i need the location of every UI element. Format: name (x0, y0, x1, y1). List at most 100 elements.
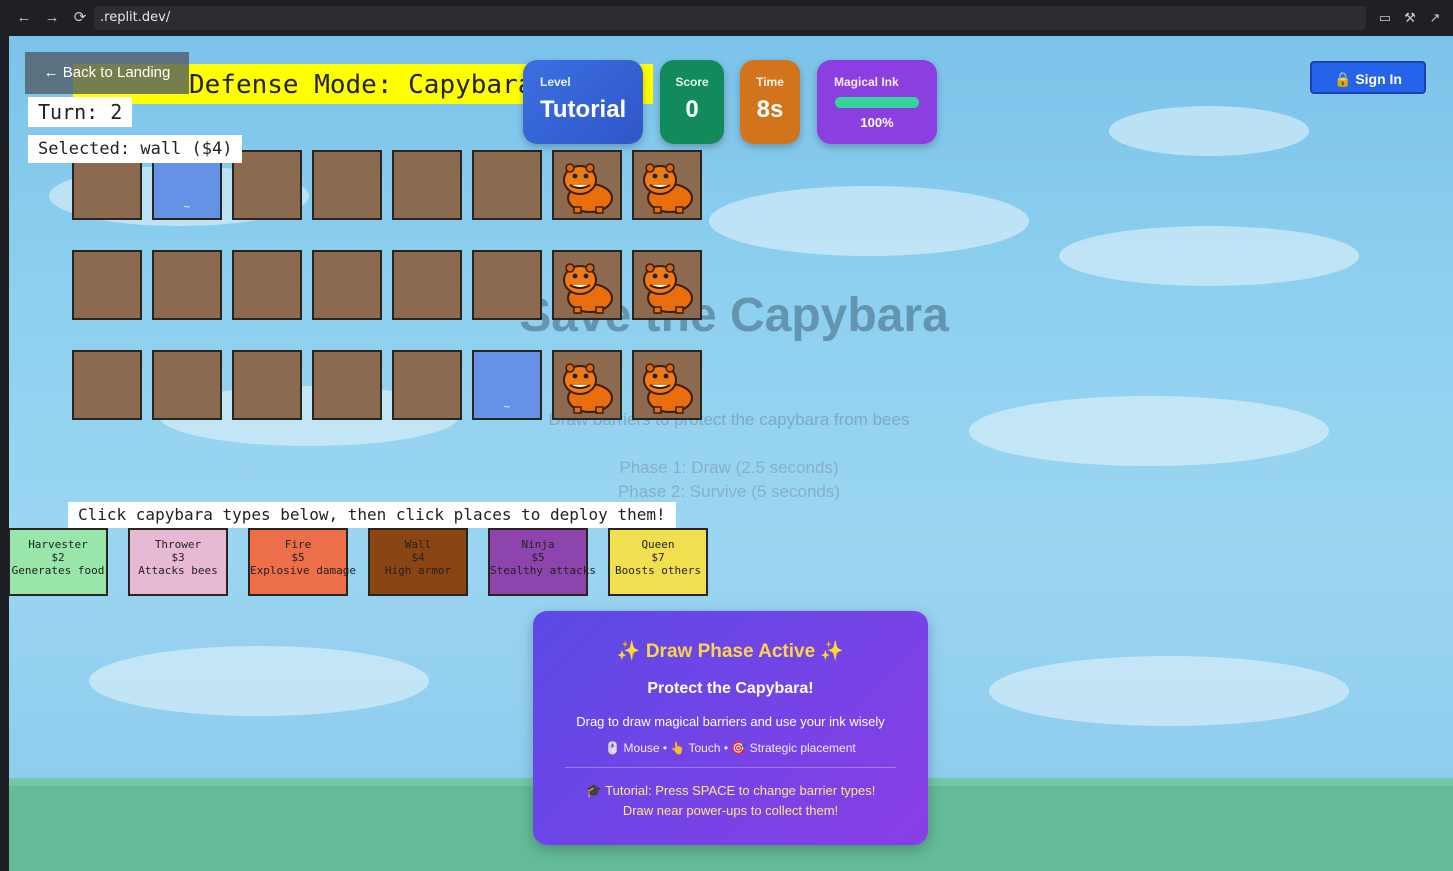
grid-cell[interactable] (152, 350, 222, 420)
unit-card-name: Harvester (28, 538, 88, 551)
ink-card: Magical Ink 100% (817, 60, 937, 144)
unit-card-fire[interactable]: Fire $5 Explosive damage (248, 528, 356, 596)
forward-arrow-icon[interactable]: → (42, 8, 62, 28)
grid-cell[interactable] (72, 250, 142, 320)
grid-cell[interactable] (472, 150, 542, 220)
panel-tutorial-tip: 🎓 Tutorial: Press SPACE to change barrie… (585, 783, 876, 798)
water-mark: ~ (183, 200, 191, 214)
level-value: Tutorial (540, 96, 627, 123)
unit-card-desc: Explosive damage (250, 564, 356, 577)
grid-cell[interactable]: ~ (472, 350, 542, 420)
unit-card-desc: High armor (384, 564, 452, 577)
level-label: Level (540, 75, 571, 89)
grid-cell[interactable] (312, 150, 382, 220)
grid-cell[interactable] (72, 350, 142, 420)
grid-cell[interactable] (232, 350, 302, 420)
unit-card-cost: $4 (411, 551, 425, 564)
grid-cell[interactable] (632, 150, 702, 220)
unit-card-desc: Generates food (11, 564, 105, 577)
capybara-icon (563, 263, 613, 314)
cloud (709, 186, 1029, 256)
cloud (989, 656, 1349, 726)
window-edge (0, 36, 9, 871)
unit-card-name: Fire (284, 538, 312, 551)
grid-cell[interactable] (552, 150, 622, 220)
deploy-hint: Click capybara types below, then click p… (68, 502, 676, 528)
unit-card-cost: $2 (51, 551, 65, 564)
ink-bar-fill (835, 97, 919, 108)
sign-in-button[interactable]: 🔒 Sign In (1310, 61, 1426, 94)
background-phase1: Phase 1: Draw (2.5 seconds) (619, 458, 839, 477)
time-label: Time (756, 75, 784, 89)
unit-card-desc: Stealthy attacks (490, 564, 596, 577)
unit-card-cost: $7 (651, 551, 665, 564)
address-bar[interactable]: .replit.dev/ (94, 6, 1366, 30)
level-card: Level Tutorial (523, 60, 643, 144)
grid-cell[interactable] (392, 350, 462, 420)
grid-cell[interactable] (632, 350, 702, 420)
score-label: Score (675, 75, 709, 89)
score-card: Score 0 (660, 60, 724, 144)
grid-cell[interactable] (312, 250, 382, 320)
external-link-icon[interactable]: ↗ (1425, 8, 1445, 28)
grid-cell[interactable] (632, 250, 702, 320)
grid-cell[interactable] (312, 350, 382, 420)
time-value: 8s (756, 96, 784, 123)
wrench-icon[interactable]: ⚒ (1400, 8, 1420, 28)
ink-percent: 100% (860, 115, 894, 130)
game-canvas[interactable]: Save the Capybara Draw barriers to prote… (9, 36, 1453, 871)
ink-bar (835, 97, 919, 108)
devices-icon[interactable]: ▭ (1375, 8, 1395, 28)
reload-icon[interactable]: ⟳ (70, 8, 90, 28)
capybara-icon (643, 263, 693, 314)
panel-description: Drag to draw magical barriers and use yo… (576, 714, 885, 729)
panel-input-methods: 🖱️ Mouse • 👆 Touch • 🎯 Strategic placeme… (605, 741, 856, 755)
unit-card-name: Ninja (521, 538, 555, 551)
water-mark: ~ (503, 400, 511, 414)
back-to-landing-button[interactable]: ← Back to Landing (25, 52, 189, 94)
grid-cell[interactable] (152, 250, 222, 320)
time-card: Time 8s (740, 60, 800, 144)
panel-subtitle: Protect the Capybara! (647, 680, 814, 697)
grid-cell[interactable] (232, 150, 302, 220)
back-arrow-icon[interactable]: ← (14, 8, 34, 28)
grid-cell[interactable] (392, 150, 462, 220)
panel-title: ✨ Draw Phase Active ✨ (616, 641, 845, 662)
grid-cell[interactable] (552, 250, 622, 320)
unit-card-wall[interactable]: Wall $4 High armor (368, 528, 468, 596)
grid-cell[interactable] (552, 350, 622, 420)
unit-card-ninja[interactable]: Ninja $5 Stealthy attacks (488, 528, 596, 596)
background-phase2: Phase 2: Survive (5 seconds) (617, 482, 841, 501)
score-value: 0 (685, 96, 699, 123)
unit-card-thrower[interactable]: Thrower $3 Attacks bees (128, 528, 228, 596)
unit-card-name: Wall (404, 538, 432, 551)
unit-card-name: Queen (641, 538, 675, 551)
unit-card-cost: $5 (531, 551, 545, 564)
cloud (89, 646, 429, 716)
unit-card-cost: $3 (171, 551, 185, 564)
cloud (1059, 226, 1359, 286)
cloud (969, 396, 1329, 466)
unit-card-harvester[interactable]: Harvester $2 Generates food (9, 528, 108, 596)
selected-unit: Selected: wall ($4) (28, 135, 243, 163)
capybara-icon (643, 363, 693, 414)
panel-divider (565, 767, 896, 768)
ink-label: Magical Ink (834, 75, 899, 89)
grid-cell[interactable] (472, 250, 542, 320)
unit-card-queen[interactable]: Queen $7 Boosts others (608, 528, 708, 596)
cloud (1109, 106, 1309, 156)
capybara-icon (563, 163, 613, 214)
unit-card-cost: $5 (291, 551, 305, 564)
capybara-icon (643, 163, 693, 214)
capybara-icon (563, 363, 613, 414)
grid-cell[interactable] (232, 250, 302, 320)
browser-toolbar: ← → ⟳ .replit.dev/ ▭ ⚒ ↗ (0, 0, 1453, 36)
url-text: .replit.dev/ (100, 10, 171, 25)
unit-card-desc: Attacks bees (138, 564, 218, 577)
panel-powerup-tip: Draw near power-ups to collect them! (622, 803, 839, 818)
turn-indicator: Turn: 2 (28, 97, 133, 127)
draw-phase-panel: ✨ Draw Phase Active ✨ Protect the Capyba… (533, 611, 928, 845)
grid-cell[interactable] (392, 250, 462, 320)
unit-card-name: Thrower (154, 538, 202, 551)
unit-card-desc: Boosts others (614, 564, 702, 577)
